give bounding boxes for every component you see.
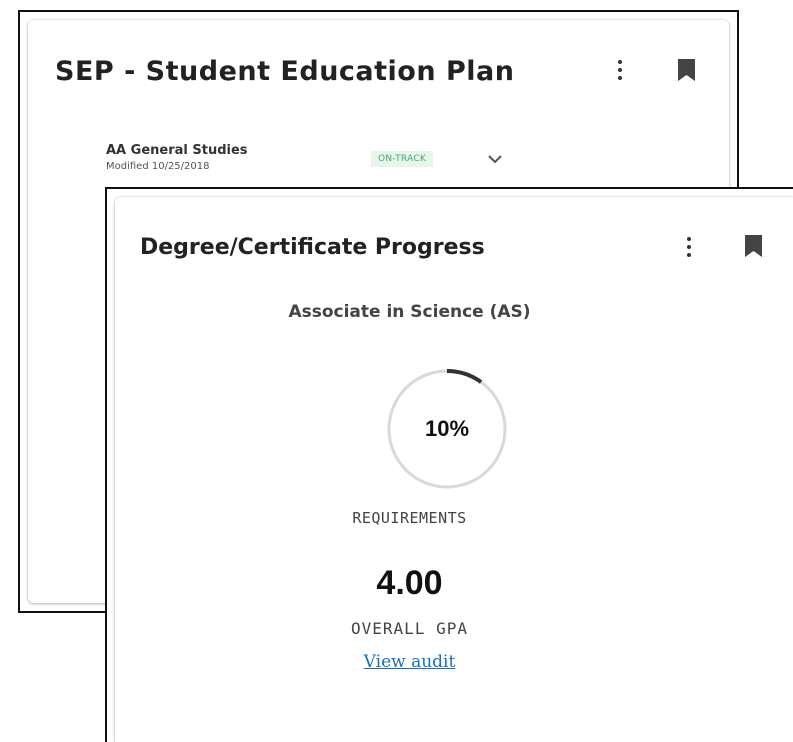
plan-modified-date: Modified 10/25/2018 bbox=[106, 161, 210, 172]
chevron-down-icon[interactable] bbox=[487, 153, 503, 165]
degree-card-frame: Degree/Certificate Progress Associate in… bbox=[105, 187, 793, 742]
requirements-label: REQUIREMENTS bbox=[352, 509, 467, 527]
status-badge: ON-TRACK bbox=[371, 151, 434, 167]
plan-item[interactable]: AA General Studies Modified 10/25/2018 bbox=[106, 143, 248, 172]
bookmark-icon[interactable] bbox=[745, 235, 762, 257]
sep-card-title: SEP - Student Education Plan bbox=[55, 56, 515, 87]
kebab-menu-icon[interactable] bbox=[687, 237, 691, 257]
view-audit-link[interactable]: View audit bbox=[115, 652, 704, 672]
degree-progress-card: Degree/Certificate Progress Associate in… bbox=[115, 197, 793, 742]
kebab-menu-icon[interactable] bbox=[618, 60, 622, 80]
progress-percent: 10% bbox=[424, 416, 470, 441]
gpa-label: OVERALL GPA bbox=[351, 619, 468, 638]
degree-name: Associate in Science (AS) bbox=[288, 302, 531, 322]
bookmark-icon[interactable] bbox=[678, 59, 695, 81]
degree-card-title: Degree/Certificate Progress bbox=[140, 235, 485, 260]
plan-name: AA General Studies bbox=[106, 143, 248, 158]
gpa-value: 4.00 bbox=[376, 564, 443, 602]
